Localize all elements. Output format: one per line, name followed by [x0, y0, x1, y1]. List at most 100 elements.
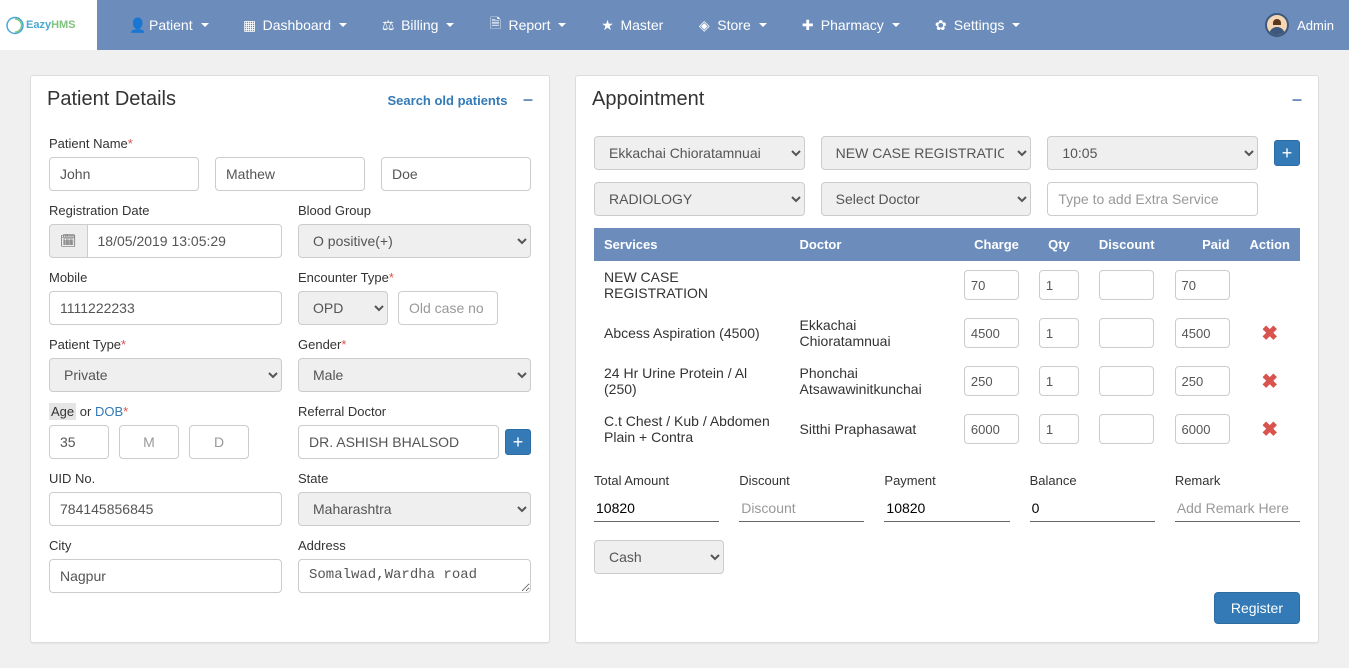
first-name-input[interactable] — [49, 157, 199, 191]
caret-icon — [201, 23, 209, 27]
add-appointment-button[interactable]: + — [1274, 140, 1300, 166]
register-button[interactable]: Register — [1214, 592, 1300, 624]
city-input[interactable] — [49, 559, 282, 593]
nav-user[interactable]: Admin — [1265, 13, 1349, 37]
middle-name-input[interactable] — [215, 157, 365, 191]
uid-input[interactable] — [49, 492, 282, 526]
qty-input[interactable] — [1039, 270, 1079, 300]
patient-details-panel: Patient Details Search old patients – Pa… — [30, 75, 550, 643]
qty-input[interactable] — [1039, 414, 1079, 444]
grid-icon: ▦ — [243, 17, 257, 34]
old-case-input[interactable] — [398, 291, 498, 325]
time-select[interactable]: 10:05 — [1047, 136, 1258, 170]
delete-icon[interactable]: ✖ — [1261, 323, 1278, 345]
row-discount-input[interactable] — [1099, 318, 1154, 348]
gender-select[interactable]: Male — [298, 358, 531, 392]
nav-master[interactable]: ★Master — [588, 2, 675, 49]
caret-icon — [892, 23, 900, 27]
encounter-select[interactable]: OPD — [298, 291, 388, 325]
qty-input[interactable] — [1039, 318, 1079, 348]
charge-input[interactable] — [964, 366, 1019, 396]
age-d-input[interactable] — [189, 425, 249, 459]
nav-report[interactable]: 🗎Report — [476, 0, 578, 52]
gender-label: Gender — [298, 337, 531, 352]
add-referral-button[interactable]: + — [505, 429, 531, 455]
extra-service-input[interactable] — [1047, 182, 1258, 216]
remark-label: Remark — [1175, 473, 1300, 488]
state-label: State — [298, 471, 531, 486]
th-services: Services — [594, 228, 790, 261]
collapse-icon[interactable]: – — [513, 89, 533, 109]
row-discount-input[interactable] — [1099, 366, 1154, 396]
patient-type-label: Patient Type — [49, 337, 282, 352]
patient-type-select[interactable]: Private — [49, 358, 282, 392]
address-input[interactable]: Somalwad,Wardha road — [298, 559, 531, 593]
discount-label: Discount — [739, 473, 864, 488]
table-row: 24 Hr Urine Protein / Al (250)Phonchai A… — [594, 357, 1300, 405]
blood-group-select[interactable]: O positive(+) — [298, 224, 531, 258]
calendar-icon[interactable]: 🗓 — [49, 224, 87, 258]
file-icon: 🗎 — [488, 13, 502, 37]
consultant-select[interactable]: Ekkachai Chioratamnuai — [594, 136, 805, 170]
th-doctor: Doctor — [790, 228, 954, 261]
case-type-select[interactable]: NEW CASE REGISTRATION — [821, 136, 1032, 170]
discount-input[interactable] — [739, 494, 864, 522]
paid-input[interactable] — [1175, 414, 1230, 444]
mobile-label: Mobile — [49, 270, 282, 285]
th-discount: Discount — [1089, 228, 1165, 261]
age-m-input[interactable] — [119, 425, 179, 459]
state-select[interactable]: Maharashtra — [298, 492, 531, 526]
nav-dashboard[interactable]: ▦Dashboard — [231, 2, 360, 49]
nav-pharmacy[interactable]: ✚Pharmacy — [789, 2, 912, 49]
navbar: EazyHMS 👤Patient ▦Dashboard ⚖Billing 🗎Re… — [0, 0, 1349, 50]
delete-icon[interactable]: ✖ — [1261, 419, 1278, 441]
charge-input[interactable] — [964, 318, 1019, 348]
search-old-patients-link[interactable]: Search old patients — [388, 93, 508, 108]
user-icon: 👤 — [129, 17, 143, 34]
age-y-input[interactable] — [49, 425, 109, 459]
table-row: NEW CASE REGISTRATION — [594, 261, 1300, 309]
referral-input[interactable] — [298, 425, 499, 459]
nav-settings[interactable]: ✿Settings — [922, 2, 1033, 49]
nav-store[interactable]: ◈Store — [685, 2, 778, 49]
doctor-select[interactable]: Select Doctor — [821, 182, 1032, 216]
qty-input[interactable] — [1039, 366, 1079, 396]
remark-input[interactable] — [1175, 494, 1300, 522]
scale-icon: ⚖ — [381, 17, 395, 34]
dob-toggle[interactable]: DOB — [95, 404, 128, 419]
nav-billing[interactable]: ⚖Billing — [369, 2, 466, 49]
total-input[interactable] — [594, 494, 719, 522]
paid-input[interactable] — [1175, 366, 1230, 396]
mobile-input[interactable] — [49, 291, 282, 325]
charge-input[interactable] — [964, 414, 1019, 444]
svg-text:EazyHMS: EazyHMS — [26, 19, 76, 31]
city-label: City — [49, 538, 282, 553]
paid-input[interactable] — [1175, 318, 1230, 348]
appointment-panel: Appointment – Ekkachai Chioratamnuai NEW… — [575, 75, 1319, 643]
row-discount-input[interactable] — [1099, 414, 1154, 444]
last-name-input[interactable] — [381, 157, 531, 191]
username: Admin — [1297, 18, 1334, 33]
department-select[interactable]: RADIOLOGY — [594, 182, 805, 216]
caret-icon — [339, 23, 347, 27]
encounter-label: Encounter Type — [298, 270, 531, 285]
collapse-icon[interactable]: – — [1282, 89, 1302, 110]
balance-input[interactable] — [1030, 494, 1155, 522]
delete-icon[interactable]: ✖ — [1261, 371, 1278, 393]
uid-label: UID No. — [49, 471, 282, 486]
total-label: Total Amount — [594, 473, 719, 488]
reg-date-label: Registration Date — [49, 203, 282, 218]
diamond-icon: ◈ — [697, 17, 711, 34]
paid-input[interactable] — [1175, 270, 1230, 300]
medkit-icon: ✚ — [801, 17, 815, 34]
reg-date-input[interactable] — [87, 224, 282, 258]
charge-input[interactable] — [964, 270, 1019, 300]
row-discount-input[interactable] — [1099, 270, 1154, 300]
payment-input[interactable] — [884, 494, 1009, 522]
payment-mode-select[interactable]: Cash — [594, 540, 724, 574]
table-row: C.t Chest / Kub / Abdomen Plain + Contra… — [594, 405, 1300, 453]
patient-name-label: Patient Name — [49, 136, 531, 151]
logo[interactable]: EazyHMS — [0, 0, 97, 50]
nav-patient[interactable]: 👤Patient — [117, 2, 221, 49]
referral-label: Referral Doctor — [298, 404, 531, 419]
